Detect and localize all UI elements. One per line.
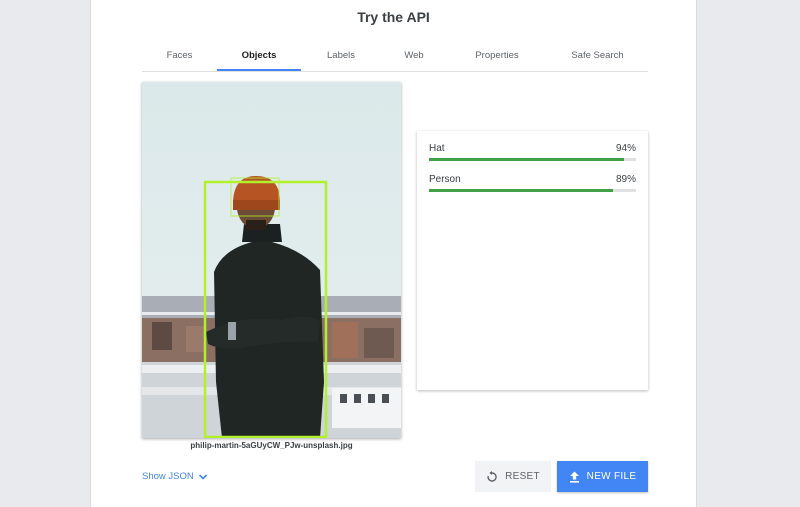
- tab-web[interactable]: Web: [381, 40, 447, 71]
- vision-api-card: Try the API Faces Objects Labels Web Pro…: [90, 0, 697, 507]
- result-label: Hat: [429, 143, 445, 154]
- analyzed-photo: [142, 82, 401, 438]
- score-bar-fill: [429, 158, 624, 161]
- score-bar-track: [429, 158, 636, 161]
- image-filename: philip-martin-5aGUyCW_PJw-unsplash.jpg: [190, 441, 353, 450]
- upload-icon: [569, 471, 579, 483]
- photo-illustration: [142, 82, 401, 438]
- tab-properties[interactable]: Properties: [447, 40, 547, 71]
- tab-faces[interactable]: Faces: [142, 40, 217, 71]
- result-percent: 89%: [615, 174, 636, 185]
- tab-objects[interactable]: Objects: [217, 40, 301, 71]
- object-results-panel: Hat 94% Person 89%: [417, 131, 648, 390]
- new-file-button[interactable]: NEW FILE: [557, 461, 648, 492]
- result-label: Person: [429, 174, 461, 185]
- page-title: Try the API: [357, 9, 430, 25]
- tab-labels[interactable]: Labels: [301, 40, 381, 71]
- result-percent: 94%: [615, 143, 636, 154]
- show-json-label: Show JSON: [142, 471, 194, 482]
- reset-button[interactable]: RESET: [475, 461, 551, 492]
- new-file-label: NEW FILE: [586, 471, 637, 482]
- show-json-toggle[interactable]: Show JSON: [142, 471, 208, 482]
- chevron-down-icon: [198, 473, 207, 480]
- reset-label: RESET: [505, 471, 540, 482]
- reset-icon: [487, 470, 497, 482]
- tab-bar: Faces Objects Labels Web Properties Safe…: [142, 40, 648, 72]
- tab-safe-search[interactable]: Safe Search: [547, 40, 648, 71]
- score-bar-track: [429, 189, 636, 192]
- score-bar-fill: [429, 189, 614, 192]
